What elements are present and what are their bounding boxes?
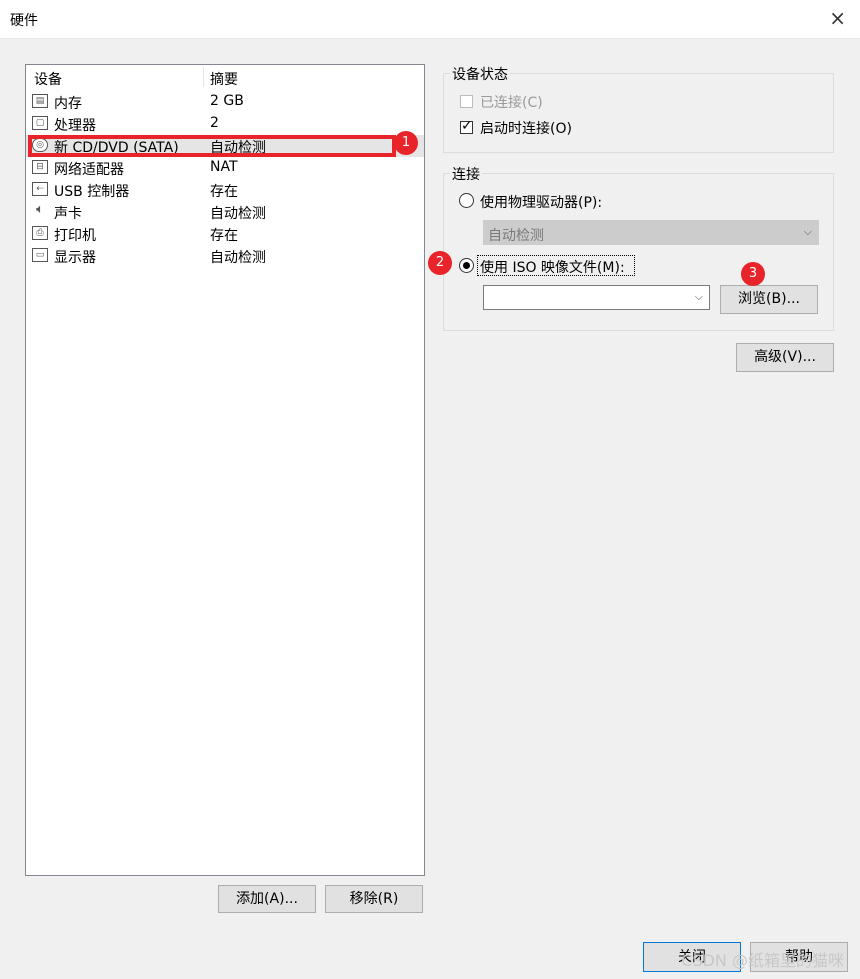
device-summary: 存在 <box>210 184 238 200</box>
title-bar: 硬件 × <box>0 0 860 39</box>
window-title: 硬件 <box>10 13 38 29</box>
device-row-network[interactable]: ⊟ 网络适配器 NAT <box>26 157 424 179</box>
device-summary: 自动检测 <box>210 250 266 266</box>
browse-button[interactable]: 浏览(B)... <box>720 285 818 314</box>
chevron-down-icon: ⌵ <box>803 225 812 238</box>
device-row-usb[interactable]: ⇠ USB 控制器 存在 <box>26 179 424 201</box>
device-row-cd-dvd[interactable]: ◎ 新 CD/DVD (SATA) 自动检测 <box>26 135 424 157</box>
advanced-button[interactable]: 高级(V)... <box>736 343 834 372</box>
device-name: USB 控制器 <box>54 184 130 200</box>
network-adapter-icon: ⊟ <box>32 160 48 174</box>
device-name: 网络适配器 <box>54 162 124 178</box>
device-summary: NAT <box>210 159 238 175</box>
device-row-memory[interactable]: ▤ 内存 2 GB <box>26 91 424 113</box>
column-header-device[interactable]: 设备 <box>34 69 62 89</box>
annotation-badge-2: 2 <box>428 251 452 275</box>
column-separator[interactable] <box>203 67 204 87</box>
device-list[interactable]: 设备 摘要 ▤ 内存 2 GB ▢ 处理器 2 ◎ 新 CD/DVD (SATA… <box>25 64 425 876</box>
device-name: 新 CD/DVD (SATA) <box>54 140 179 156</box>
device-status-title: 设备状态 <box>450 64 510 84</box>
device-name: 打印机 <box>54 228 96 244</box>
device-name: 处理器 <box>54 118 96 134</box>
memory-icon: ▤ <box>32 94 48 108</box>
iso-path-combobox[interactable]: ⌵ <box>483 285 710 310</box>
iso-image-label: 使用 ISO 映像文件(M): <box>480 260 625 276</box>
close-icon[interactable]: × <box>829 6 846 30</box>
device-summary: 2 <box>210 115 219 131</box>
printer-icon: ⎙ <box>32 226 48 240</box>
remove-button[interactable]: 移除(R) <box>325 885 423 913</box>
radio-selected-dot <box>463 262 470 269</box>
connected-checkbox[interactable] <box>460 95 473 108</box>
monitor-icon: ▭ <box>32 248 48 262</box>
device-row-sound[interactable]: 🔈︎ 声卡 自动检测 <box>26 201 424 223</box>
device-summary: 自动检测 <box>210 206 266 222</box>
processor-icon: ▢ <box>32 116 48 130</box>
column-header-summary[interactable]: 摘要 <box>210 69 238 89</box>
device-summary: 存在 <box>210 228 238 244</box>
cd-dvd-icon: ◎ <box>32 138 48 152</box>
device-row-display[interactable]: ▭ 显示器 自动检测 <box>26 245 424 267</box>
watermark: CSDN @纸箱里的猫咪 <box>681 951 844 970</box>
usb-icon: ⇠ <box>32 182 48 196</box>
connect-on-start-checkbox[interactable]: ✓ <box>460 118 473 134</box>
connected-label: 已连接(C) <box>480 95 543 111</box>
device-status-group <box>443 73 834 153</box>
annotation-badge-1: 1 <box>394 131 418 155</box>
device-name: 显示器 <box>54 250 96 266</box>
physical-drive-label: 使用物理驱动器(P): <box>480 195 603 211</box>
speaker-icon: 🔈︎ <box>32 203 48 218</box>
device-name: 声卡 <box>54 206 82 222</box>
device-summary: 自动检测 <box>210 140 266 156</box>
physical-drive-radio[interactable] <box>459 193 474 208</box>
device-summary: 2 GB <box>210 93 244 109</box>
device-name: 内存 <box>54 96 82 112</box>
list-header: 设备 摘要 <box>26 65 424 89</box>
device-row-printer[interactable]: ⎙ 打印机 存在 <box>26 223 424 245</box>
add-button[interactable]: 添加(A)... <box>218 885 316 913</box>
iso-image-radio[interactable] <box>459 258 474 273</box>
device-row-processor[interactable]: ▢ 处理器 2 <box>26 113 424 135</box>
connect-on-start-label: 启动时连接(O) <box>480 121 572 137</box>
physical-drive-value: 自动检测 <box>488 228 544 244</box>
physical-drive-select: 自动检测 ⌵ <box>483 220 819 245</box>
connection-title: 连接 <box>450 164 482 184</box>
annotation-badge-3: 3 <box>741 262 765 286</box>
chevron-down-icon[interactable]: ⌵ <box>695 290 703 304</box>
check-icon: ✓ <box>461 118 473 134</box>
